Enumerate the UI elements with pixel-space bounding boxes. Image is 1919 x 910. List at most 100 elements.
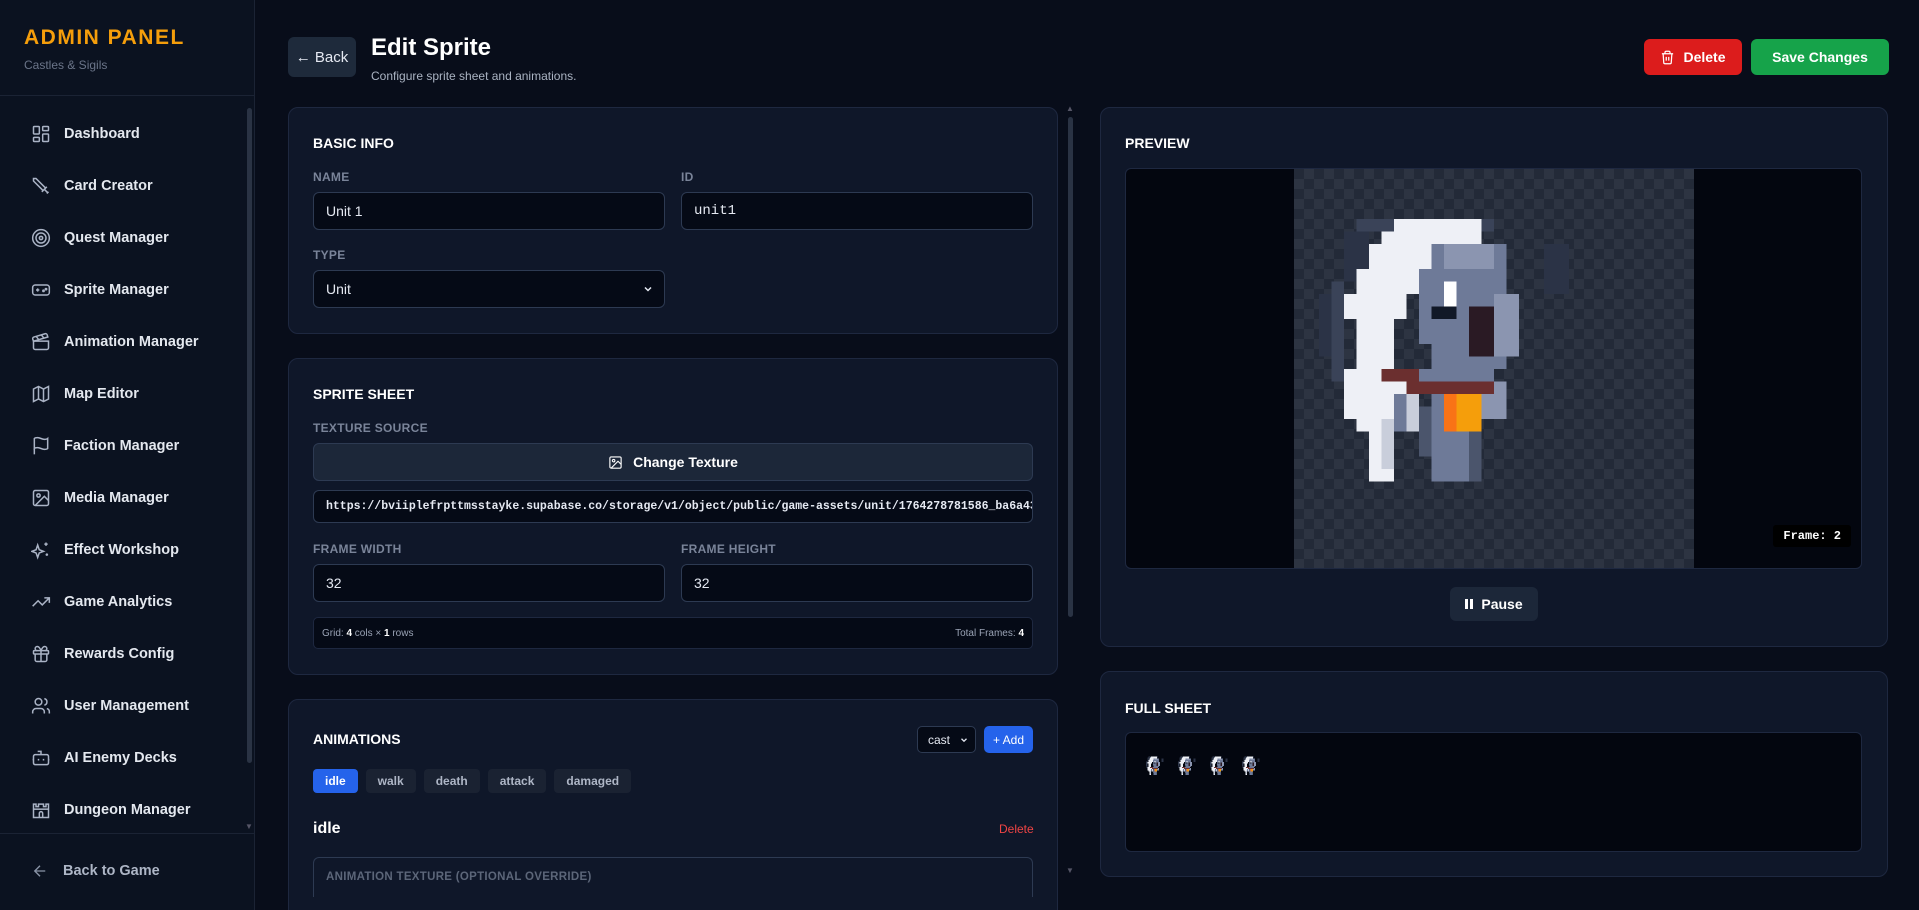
- sprite-pixel: [1146, 760, 1148, 768]
- sprite-pixel: [1431, 444, 1469, 482]
- back-to-game-link[interactable]: Back to Game: [31, 862, 160, 880]
- sprite-pixel: [1151, 756, 1158, 758]
- sprite-pixel: [1246, 770, 1247, 774]
- type-select[interactable]: Unit: [313, 270, 665, 308]
- sidebar-item-media-manager[interactable]: Media Manager: [0, 472, 245, 524]
- delete-animation-link[interactable]: Delete: [999, 822, 1034, 836]
- sprite-pixel: [1219, 768, 1222, 772]
- basic-info-title: BASIC INFO: [313, 135, 394, 151]
- sidebar-item-quest-manager[interactable]: Quest Manager: [0, 212, 245, 264]
- sidebar-item-faction-manager[interactable]: Faction Manager: [0, 420, 245, 472]
- sidebar-item-user-management[interactable]: User Management: [0, 680, 245, 732]
- animation-type-select[interactable]: cast: [917, 726, 976, 753]
- scroll-up-arrow-icon[interactable]: ▲: [1066, 104, 1074, 113]
- users-icon: [31, 697, 51, 714]
- sprite-pixel: [1242, 760, 1244, 768]
- total-frames-value: 4: [1018, 627, 1024, 639]
- sidebar-item-map-editor[interactable]: Map Editor: [0, 368, 245, 420]
- sprite-pixel: [1212, 760, 1217, 762]
- tab-damaged[interactable]: damaged: [554, 769, 632, 793]
- sprite-pixel: [1179, 761, 1184, 764]
- sprite-pixel: [1394, 219, 1482, 232]
- back-button[interactable]: ← Back: [288, 37, 356, 77]
- image-icon: [609, 455, 622, 469]
- sidebar-item-effect-workshop[interactable]: Effect Workshop: [0, 524, 245, 576]
- name-input[interactable]: Unit 1: [313, 192, 665, 230]
- sprite-pixel: [1187, 768, 1190, 772]
- sprite-pixel: [1180, 760, 1185, 762]
- grid-rows-suffix: rows: [392, 627, 414, 639]
- sidebar-item-rewards-config[interactable]: Rewards Config: [0, 628, 245, 680]
- tab-attack[interactable]: attack: [487, 769, 547, 793]
- sprite-pixel: [1250, 760, 1252, 763]
- sprite-pixel: [1331, 281, 1344, 382]
- back-to-game-label: Back to Game: [63, 863, 160, 879]
- sprite-pixel: [1150, 757, 1158, 759]
- page-subtitle: Configure sprite sheet and animations.: [371, 69, 577, 83]
- sprite-pixel: [1156, 762, 1158, 765]
- scroll-down-arrow-icon[interactable]: ▼: [1066, 866, 1074, 875]
- id-input[interactable]: unit1: [681, 192, 1033, 230]
- sprite-pixel: [1151, 767, 1154, 769]
- sprite-pixel: [1153, 767, 1158, 769]
- sprite-pixel: [1153, 772, 1157, 775]
- delete-button[interactable]: Delete: [1644, 39, 1742, 75]
- type-label: TYPE: [313, 248, 346, 262]
- sidebar-item-ai-enemy-decks[interactable]: AI Enemy Decks: [0, 732, 245, 784]
- chevron-down-icon: [644, 286, 652, 292]
- sprite-pixel: [1217, 767, 1222, 769]
- texture-url-input[interactable]: https://bviiplefrpttmsstayke.supabase.co…: [313, 490, 1033, 523]
- sidebar-item-dungeon-manager[interactable]: Dungeon Manager: [0, 784, 245, 828]
- sidebar-scrollbar[interactable]: [247, 108, 252, 763]
- total-frames-label: Total Frames:: [955, 627, 1016, 639]
- id-label: ID: [681, 170, 694, 184]
- sidebar-item-label: Quest Manager: [64, 230, 169, 246]
- main-scrollbar[interactable]: [1068, 117, 1073, 617]
- pause-button[interactable]: Pause: [1450, 587, 1538, 621]
- map-icon: [32, 385, 50, 403]
- sprite-pixel: [1252, 764, 1254, 767]
- name-label: NAME: [313, 170, 350, 184]
- add-animation-button[interactable]: + Add: [984, 726, 1033, 753]
- tab-walk[interactable]: walk: [365, 769, 416, 793]
- sidebar-item-label: Game Analytics: [64, 594, 173, 610]
- grid-info-bar: Grid: 4 cols × 1 rows Total Frames: 4: [313, 617, 1033, 649]
- frame-width-input[interactable]: 32: [313, 564, 665, 602]
- sprite-pixel: [1182, 757, 1190, 759]
- preview-title: PREVIEW: [1125, 135, 1190, 151]
- sprite-sheet-frames: [1144, 753, 1268, 781]
- sprite-pixel: [1185, 762, 1188, 764]
- sprite-pixel: [1243, 761, 1248, 764]
- sidebar-item-card-creator[interactable]: Card Creator: [0, 160, 245, 212]
- sidebar-item-animation-manager[interactable]: Animation Manager: [0, 316, 245, 368]
- castle-icon: [32, 803, 50, 819]
- frame-height-input[interactable]: 32: [681, 564, 1033, 602]
- sparkles-icon: [31, 542, 49, 560]
- brand: ADMIN PANEL Castles & Sigils: [24, 26, 185, 72]
- sprite-pixel: [1182, 767, 1185, 768]
- sprite-frame-thumbnail: [1209, 756, 1228, 775]
- sprite-pixel: [1247, 768, 1249, 772]
- sprite-pixel: [1469, 306, 1494, 332]
- sidebar-item-label: Card Creator: [64, 178, 153, 194]
- tab-idle[interactable]: idle: [313, 769, 358, 793]
- sprite-pixel: [1218, 768, 1220, 772]
- scroll-down-arrow-icon[interactable]: ▼: [245, 822, 253, 831]
- brand-title: ADMIN PANEL: [24, 26, 185, 49]
- brand-subtitle: Castles & Sigils: [24, 58, 108, 72]
- sprite-pixel: [1217, 762, 1220, 764]
- texture-source-label: TEXTURE SOURCE: [313, 421, 428, 435]
- tab-death[interactable]: death: [423, 769, 480, 793]
- sprite-pixel: [1183, 756, 1190, 758]
- change-texture-button[interactable]: Change Texture: [313, 443, 1033, 481]
- sidebar-item-game-analytics[interactable]: Game Analytics: [0, 576, 245, 628]
- sprite-pixel: [1182, 770, 1183, 774]
- preview-canvas: Frame: 2: [1125, 168, 1862, 569]
- sprite-pixel: [1152, 769, 1154, 774]
- sidebar-item-sprite-manager[interactable]: Sprite Manager: [0, 264, 245, 316]
- pause-icon: [1465, 599, 1474, 609]
- sidebar-item-dashboard[interactable]: Dashboard: [0, 108, 245, 160]
- save-changes-button[interactable]: Save Changes: [1751, 39, 1889, 75]
- frame-width-label: FRAME WIDTH: [313, 542, 402, 556]
- divider: [0, 95, 254, 96]
